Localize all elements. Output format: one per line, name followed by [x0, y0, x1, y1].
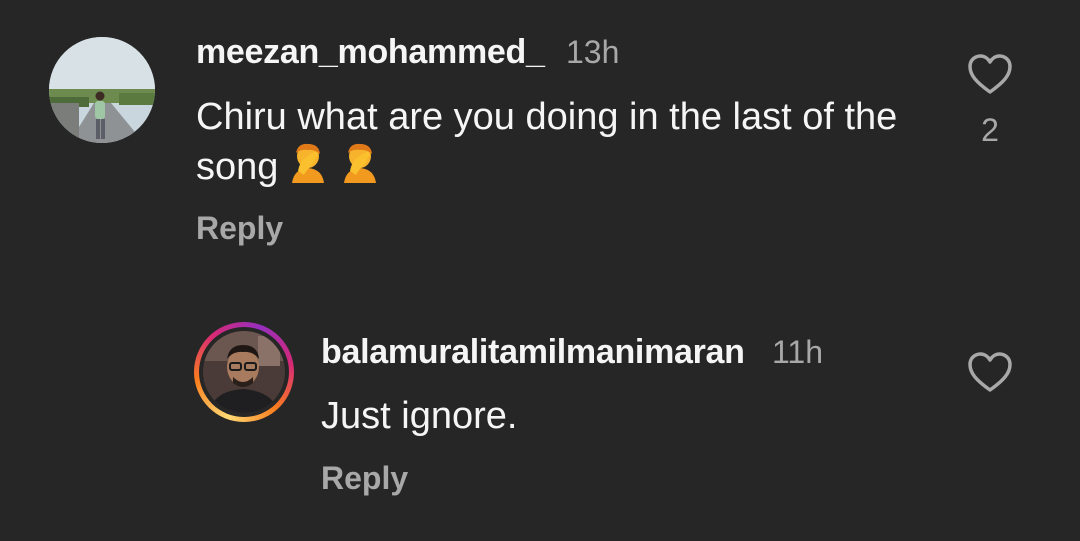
heart-outline-icon[interactable]: [966, 350, 1014, 394]
avatar[interactable]: [49, 37, 155, 143]
avatar-photo: [49, 37, 155, 143]
comment-username[interactable]: meezan_mohammed_: [196, 33, 545, 72]
heart-outline-icon[interactable]: [966, 52, 1014, 96]
avatar-photo: [203, 331, 285, 413]
reply-button[interactable]: Reply: [196, 210, 283, 247]
comments-panel: meezan_mohammed_ 13h Chiru what are you …: [0, 0, 1080, 541]
reply-text: Just ignore.: [321, 395, 518, 437]
comment-text-block: Chiru what are you doing in the last of …: [196, 93, 916, 197]
comment-timestamp: 13h: [566, 34, 620, 70]
reply-timestamp: 11h: [772, 334, 824, 370]
face-palm-emoji-icon: [338, 141, 382, 197]
avatar[interactable]: [203, 331, 285, 413]
reply-button[interactable]: Reply: [321, 460, 408, 497]
reply-username[interactable]: balamuralitamilmanimaran: [321, 333, 745, 372]
like-count: 2: [981, 112, 999, 148]
face-palm-emoji-icon: [286, 141, 330, 197]
